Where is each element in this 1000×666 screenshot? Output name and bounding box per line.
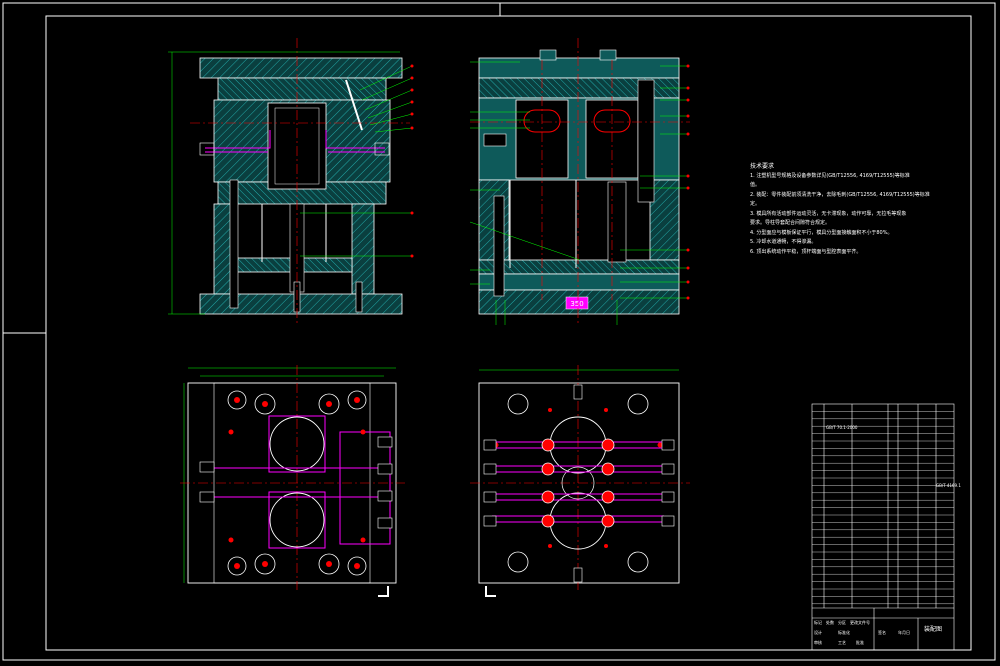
tech-line: 4. 分型面应与模板保证平行，模具分型面接触面积不小于80%。 xyxy=(750,229,893,236)
drawing-title: 装配图 xyxy=(924,626,943,633)
front-section-view xyxy=(168,38,414,325)
tech-requirements-title: 技术要求 xyxy=(750,163,775,170)
tech-line: 定。 xyxy=(750,201,761,207)
title-cell: 工艺 xyxy=(838,640,846,645)
bom-grid-rows xyxy=(812,411,954,604)
bom-note-2: GB/T 4169.1 xyxy=(936,483,961,488)
tech-line: 2. 装配：零件装配前须清洗干净，去除毛刺(GB/T12556, 4169/T1… xyxy=(750,191,930,198)
side-section-view: 350 xyxy=(469,38,690,325)
title-cell: 标准化 xyxy=(838,630,850,635)
title-cell: 签名 xyxy=(878,630,886,635)
tech-line: 6. 顶出系统动作平稳，顶杆端面与型腔表面平齐。 xyxy=(750,248,862,255)
title-cell: 设计 xyxy=(814,630,822,635)
tech-line: 3. 模具所有活动部件运动灵活，无卡滞现象，动作可靠，无拉毛等现象 xyxy=(750,210,907,217)
tech-line: 值。 xyxy=(750,182,761,188)
title-cell: 标记 xyxy=(814,620,822,625)
title-cell: 更改文件号 xyxy=(850,620,870,625)
title-cell: 审核 xyxy=(814,640,822,645)
bom-note-1: GB/T 70.1-2000 xyxy=(826,425,858,430)
title-cell: 年月日 xyxy=(898,630,910,635)
stamp-label: 350 xyxy=(570,300,583,308)
title-cell: 批准 xyxy=(856,640,864,645)
technical-requirements: 技术要求 1. 注塑机型号规格及设备参数详见(GB/T12556, 4169/T… xyxy=(750,162,950,257)
tech-line: 1. 注塑机型号规格及设备参数详见(GB/T12556, 4169/T12555… xyxy=(750,172,910,179)
tech-line: 5. 冷却水道通畅，不得渗漏。 xyxy=(750,239,817,245)
title-cell: 分区 xyxy=(838,620,846,625)
moving-half-plan-view xyxy=(470,365,690,597)
assembly-drawing-sheet: 350 xyxy=(2,2,996,661)
fixed-half-plan-view xyxy=(180,365,405,597)
title-cell: 处数 xyxy=(826,620,834,625)
tech-line: 要求。导柱导套配合间隙符合规定。 xyxy=(750,220,831,226)
